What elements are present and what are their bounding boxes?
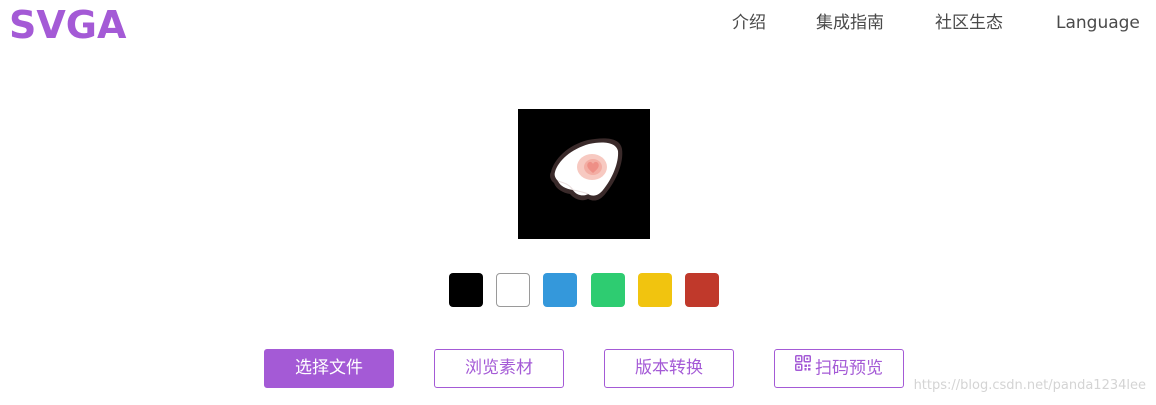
swatch-black[interactable] — [449, 273, 483, 307]
scan-preview-button[interactable]: 扫码预览 — [774, 349, 904, 388]
swatch-white[interactable] — [496, 273, 530, 307]
browse-assets-label: 浏览素材 — [465, 358, 533, 378]
swatch-red[interactable] — [685, 273, 719, 307]
nav-item-language[interactable]: Language — [1056, 12, 1140, 34]
swatch-blue[interactable] — [543, 273, 577, 307]
browse-assets-button[interactable]: 浏览素材 — [434, 349, 564, 388]
nav-item-intro[interactable]: 介绍 — [732, 12, 766, 34]
page: SVGA 介绍 集成指南 社区生态 Language 选择文件 浏览素材 版本转… — [0, 0, 1156, 405]
version-convert-label: 版本转换 — [635, 358, 703, 378]
background-color-swatches — [0, 273, 1156, 307]
select-file-label: 选择文件 — [295, 358, 363, 378]
animation-preview-canvas — [518, 109, 650, 239]
swatch-yellow[interactable] — [638, 273, 672, 307]
nav-item-integration-guide[interactable]: 集成指南 — [816, 12, 884, 34]
animation-frame-image — [550, 138, 623, 201]
nav-item-community[interactable]: 社区生态 — [935, 12, 1003, 34]
watermark-text: https://blog.csdn.net/panda1234lee — [913, 378, 1146, 393]
swatch-green[interactable] — [591, 273, 625, 307]
select-file-button[interactable]: 选择文件 — [264, 349, 394, 388]
top-nav: 介绍 集成指南 社区生态 Language — [0, 12, 1156, 36]
scan-preview-label: 扫码预览 — [815, 358, 883, 379]
version-convert-button[interactable]: 版本转换 — [604, 349, 734, 388]
qrcode-icon — [795, 348, 811, 385]
